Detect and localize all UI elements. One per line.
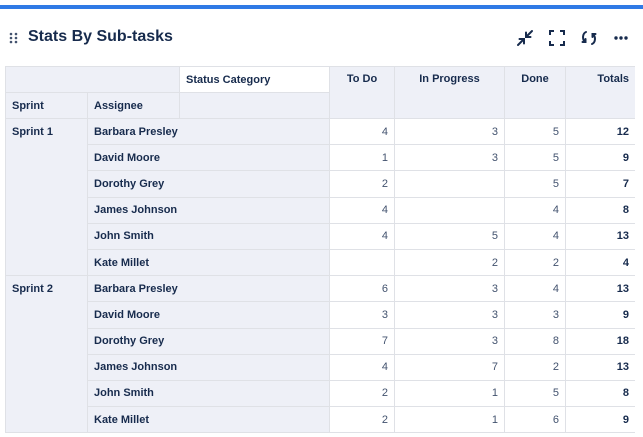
done-cell: 5 [504,170,566,198]
todo-cell: 2 [329,379,395,408]
done-cell: 2 [504,353,566,381]
sprint-cell: Sprint 1 [5,117,88,277]
done-cell: 4 [504,275,566,303]
header-in-progress[interactable]: In Progress [394,66,505,119]
widget-accent-bar [0,5,643,9]
total-cell: 7 [565,170,635,198]
todo-cell: 2 [329,406,395,434]
collapse-icon[interactable] [515,28,535,48]
widget-toolbar [503,28,631,48]
assignee-cell: Barbara Presley [87,117,330,146]
table-row: Dorothy Grey 2 5 7 [6,170,635,198]
header-assignee[interactable]: Assignee [87,92,180,119]
todo-cell: 4 [329,222,395,250]
table-row: John Smith 4 5 4 13 [6,222,635,250]
total-cell: 9 [565,301,635,329]
more-icon[interactable] [611,28,631,48]
in-progress-cell: 3 [394,301,505,329]
total-cell: 13 [565,275,635,303]
header-todo[interactable]: To Do [329,66,395,119]
table-row: David Moore 1 3 5 9 [6,144,635,172]
pivot-table-container[interactable]: Status Category To Do In Progress Done T… [5,66,635,437]
assignee-cell: Barbara Presley [87,275,330,303]
total-cell: 9 [565,406,635,434]
total-cell: 12 [565,117,635,146]
table-row: Dorothy Grey 7 3 8 18 [6,327,635,355]
in-progress-cell [394,196,505,224]
in-progress-cell: 3 [394,275,505,303]
assignee-cell: Dorothy Grey [87,170,330,198]
in-progress-cell: 3 [394,144,505,172]
assignee-cell: Dorothy Grey [87,327,330,355]
header-spacer [179,92,330,119]
in-progress-cell: 1 [394,406,505,434]
in-progress-cell: 3 [394,327,505,355]
todo-cell: 3 [329,301,395,329]
assignee-cell: John Smith [87,379,330,408]
assignee-cell: David Moore [87,144,330,172]
sprint-cell: Sprint 2 [5,275,88,434]
table-row: Kate Millet 2 2 4 [6,248,635,277]
table-body: Sprint 1 Barbara Presley 4 3 5 12 David Moore 1… [5,117,635,434]
table-row: James Johnson 4 7 2 13 [6,353,635,381]
in-progress-cell [394,170,505,198]
todo-cell: 4 [329,196,395,224]
table-row: Kate Millet 2 1 6 9 [6,406,635,434]
table-row: Sprint 1 Barbara Presley 4 3 5 12 [5,117,635,277]
done-cell: 8 [504,327,566,355]
assignee-cell: John Smith [87,222,330,250]
header-sprint[interactable]: Sprint [5,92,88,119]
todo-cell: 4 [329,117,395,146]
pivot-table: Status Category To Do In Progress Done T… [5,66,635,434]
in-progress-cell: 7 [394,353,505,381]
assignee-cell: Kate Millet [87,406,330,434]
done-cell: 4 [504,196,566,224]
in-progress-cell: 3 [394,117,505,146]
todo-cell: 2 [329,170,395,198]
assignee-cell: Kate Millet [87,248,330,277]
refresh-icon[interactable] [579,28,599,48]
assignee-cell: David Moore [87,301,330,329]
todo-cell: 6 [329,275,395,303]
header-corner [5,66,180,93]
total-cell: 18 [565,327,635,355]
in-progress-cell: 5 [394,222,505,250]
todo-cell [329,248,395,277]
assignee-cell: James Johnson [87,196,330,224]
total-cell: 8 [565,196,635,224]
total-cell: 13 [565,222,635,250]
done-cell: 4 [504,222,566,250]
assignee-cell: James Johnson [87,353,330,381]
table-row: James Johnson 4 4 8 [6,196,635,224]
done-cell: 5 [504,144,566,172]
done-cell: 6 [504,406,566,434]
header-done[interactable]: Done [504,66,566,119]
header-totals[interactable]: Totals [565,66,635,119]
done-cell: 3 [504,301,566,329]
drag-handle-icon[interactable] [9,32,19,46]
todo-cell: 1 [329,144,395,172]
done-cell: 5 [504,117,566,146]
in-progress-cell: 2 [394,248,505,277]
header-status-category: Status Category [179,66,330,93]
fullscreen-icon[interactable] [547,28,567,48]
table-row: Sprint 2 Barbara Presley 6 3 4 13 [5,275,635,434]
total-cell: 4 [565,248,635,277]
todo-cell: 4 [329,353,395,381]
total-cell: 9 [565,144,635,172]
total-cell: 8 [565,379,635,408]
todo-cell: 7 [329,327,395,355]
done-cell: 2 [504,248,566,277]
table-row: John Smith 2 1 5 8 [6,379,635,408]
in-progress-cell: 1 [394,379,505,408]
done-cell: 5 [504,379,566,408]
widget-title: Stats By Sub-tasks [28,28,173,45]
total-cell: 13 [565,353,635,381]
table-row: David Moore 3 3 3 9 [6,301,635,329]
